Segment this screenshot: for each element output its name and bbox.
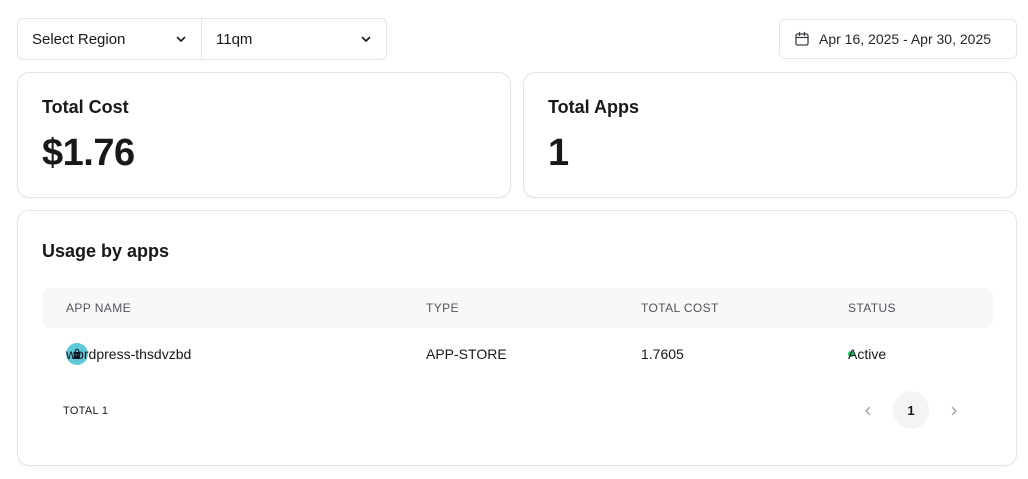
pagination-prev-button[interactable] [856,391,880,431]
table-row[interactable]: wordpress-thsdvzbd APP-STORE 1.7605 Acti… [42,335,993,373]
app-total-cost: 1.7605 [641,346,684,362]
cluster-select[interactable]: 11qm [202,19,386,59]
date-range-picker[interactable]: Apr 16, 2025 - Apr 30, 2025 [779,19,1017,59]
cluster-select-value: 11qm [216,30,253,48]
usage-by-apps-card: Usage by apps APP NAME TYPE TOTAL COST S… [17,210,1017,466]
usage-title: Usage by apps [42,241,170,261]
pagination-next-button[interactable] [942,391,966,431]
column-header-app-name: APP NAME [66,301,131,315]
column-header-total-cost: TOTAL COST [641,301,719,315]
total-apps-label: Total Apps [548,97,639,117]
column-header-type: TYPE [426,301,459,315]
region-select-value: Select Region [32,30,126,48]
filter-select-group: Select Region 11qm [17,18,387,60]
app-name[interactable]: wordpress-thsdvzbd [66,346,191,362]
chevron-left-icon [865,406,871,416]
total-cost-label: Total Cost [42,97,129,117]
table-header: APP NAME TYPE TOTAL COST STATUS [42,288,993,328]
date-range-label: Apr 16, 2025 - Apr 30, 2025 [819,31,992,47]
table-total-count: TOTAL 1 [63,405,109,417]
chevron-down-icon [361,36,371,42]
total-cost-card: Total Cost $1.76 [17,72,511,198]
status-label: Active [848,346,887,362]
chevron-down-icon [176,36,186,42]
app-type: APP-STORE [426,346,507,362]
calendar-icon [795,31,809,46]
total-cost-value: $1.76 [42,132,135,174]
pagination-page-button[interactable]: 1 [893,391,929,429]
total-apps-card: Total Apps 1 [523,72,1017,198]
chevron-right-icon [951,406,957,416]
region-select[interactable]: Select Region [18,19,202,59]
column-header-status: STATUS [848,301,896,315]
total-apps-value: 1 [548,132,569,174]
